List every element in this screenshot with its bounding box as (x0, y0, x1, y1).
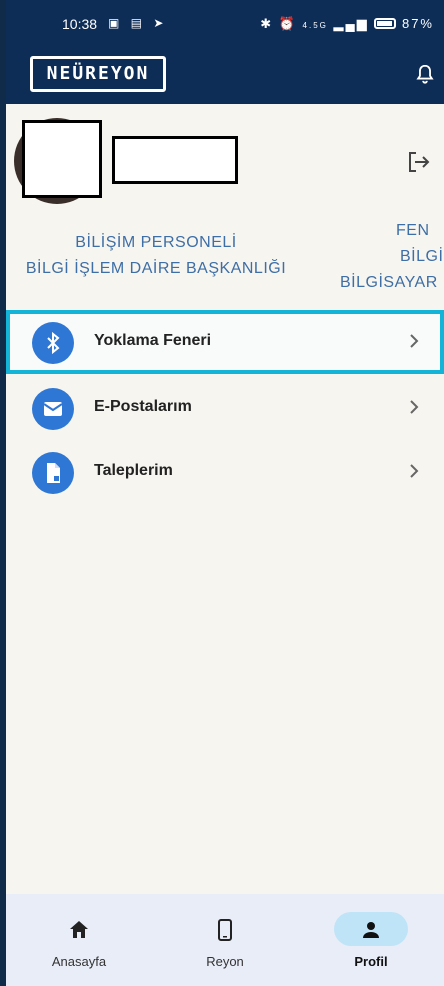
person-icon (363, 922, 379, 938)
nav-item-profil[interactable]: Profil (298, 894, 444, 986)
bluetooth-status-icon: ✱ (260, 16, 274, 31)
menu-item-label: E-Postalarım (94, 398, 192, 415)
faculty-line2: BİLGİ (400, 248, 444, 265)
menu-item-label: Yoklama Feneri (94, 332, 212, 349)
app-header: 10:38 ▣ ▤ ➤ ✱ ⏰ 4.5G ▂▄▆ 87% NEÜREYON (6, 0, 444, 104)
request-document-icon (32, 452, 74, 494)
menu-item-yoklama-feneri[interactable]: Yoklama Feneri (6, 310, 444, 374)
chevron-right-icon (410, 400, 419, 414)
department-info: BİLİŞİM PERSONELİ BİLGİ İŞLEM DAİRE BAŞK… (6, 230, 306, 282)
signal-icon: ▂▄▆ (333, 16, 369, 31)
nav-label: Profil (354, 954, 388, 969)
menu-item-taleplerim[interactable]: Taleplerim (6, 440, 444, 504)
home-icon (70, 921, 88, 938)
alarm-icon: ⏰ (278, 16, 297, 31)
chevron-right-icon (410, 464, 419, 478)
notification-icons: ▣ ▤ ➤ (108, 16, 168, 30)
app-logo: NEÜREYON (30, 56, 166, 92)
nav-item-reyon[interactable]: Reyon (152, 894, 298, 986)
nav-label: Anasayfa (51, 954, 107, 969)
logout-icon[interactable] (406, 150, 432, 174)
menu-item-label: Taleplerim (94, 462, 173, 479)
nav-label: Reyon (206, 954, 244, 969)
bottom-navigation: Anasayfa Reyon Profil (6, 894, 444, 986)
faculty-line1: FEN (396, 222, 430, 239)
battery-level: 87% (401, 16, 434, 31)
faculty-info: FEN BİLGİ BİLGİSAYAR (340, 218, 444, 296)
app-screen: 10:38 ▣ ▤ ➤ ✱ ⏰ 4.5G ▂▄▆ 87% NEÜREYON Bİ… (6, 0, 444, 986)
name-redaction (112, 136, 238, 184)
avatar-redaction (22, 120, 102, 198)
nav-item-anasayfa[interactable]: Anasayfa (6, 894, 152, 986)
faculty-line3: BİLGİSAYAR (340, 274, 438, 291)
status-bar: 10:38 ▣ ▤ ➤ ✱ ⏰ 4.5G ▂▄▆ 87% (6, 14, 444, 38)
bluetooth-icon (32, 322, 74, 364)
bell-icon[interactable] (414, 62, 436, 86)
department-line2: BİLGİ İŞLEM DAİRE BAŞKANLIĞI (25, 260, 287, 277)
status-time: 10:38 (62, 16, 98, 32)
battery-icon (374, 18, 397, 29)
menu-item-e-postalarim[interactable]: E-Postalarım (6, 376, 444, 440)
phone-icon (218, 919, 232, 941)
mail-icon (32, 388, 74, 430)
status-right: ✱ ⏰ 4.5G ▂▄▆ 87% (260, 16, 434, 32)
network-label: 4.5G (302, 21, 328, 30)
chevron-right-icon (410, 334, 419, 348)
department-line1: BİLİŞİM PERSONELİ (75, 234, 237, 251)
